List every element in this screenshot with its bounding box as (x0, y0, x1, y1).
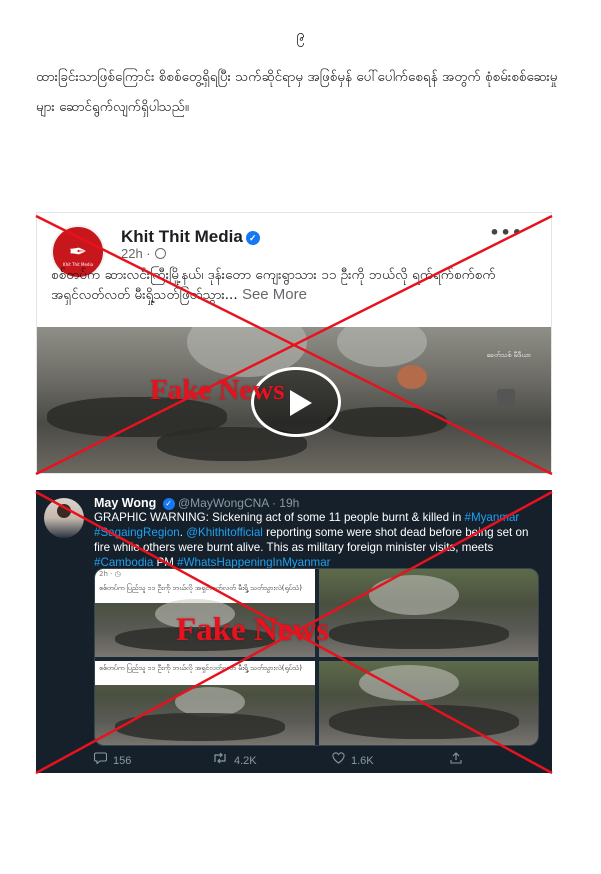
reply-icon (93, 752, 108, 767)
globe-icon (154, 248, 166, 259)
share-button[interactable] (450, 752, 468, 767)
media-time: 2h · ◷ (95, 569, 315, 581)
media-caption-text: စစ်တပ်က ပြည်သူ ၁၁ ဦးကို ဘယ်လို အရှင်လတ်လ… (99, 584, 302, 592)
retweet-count: 4.2K (234, 755, 257, 767)
tweet-media-grid[interactable]: 2h · ◷ စစ်တပ်က ပြည်သူ ၁၁ ဦးကို ဘယ်လို အရ… (94, 568, 539, 746)
retweet-button[interactable]: 4.2K (212, 752, 257, 767)
video-thumbnail[interactable]: ခေတ်သစ် မီဒီယာ (37, 327, 551, 473)
hashtag-myanmar[interactable]: #Myanmar (465, 511, 520, 524)
media-caption-text: စစ်တပ်က ပြည်သူ ၁၁ ဦးကို ဘယ်လို အရှင်လတ်လ… (99, 664, 302, 672)
share-icon (450, 752, 462, 767)
intro-paragraph: ထားခြင်းသာဖြစ်ကြောင်း စိစစ်တွေ့ရှိရပြီး … (36, 69, 558, 115)
smoke (359, 665, 459, 701)
smoke (155, 599, 235, 629)
tweet-text: GRAPHIC WARNING: Sickening act of some 1… (94, 510, 544, 570)
display-name[interactable]: May Wong (94, 496, 156, 510)
tweet-header: May Wong ✓ @MayWongCNA · 19h (94, 496, 299, 510)
ash-pile (329, 705, 519, 739)
ash-pile (115, 713, 285, 741)
like-count: 1.6K (351, 755, 374, 767)
media-cell[interactable]: 2h · ◷ စစ်တပ်က ပြည်သူ ၁၁ ဦးကို ဘယ်လို အရ… (95, 569, 315, 657)
page-number: ၉ (296, 26, 305, 44)
post-time: 22h · (121, 246, 166, 261)
more-options-button[interactable]: ••• (489, 223, 523, 242)
twitter-post-screenshot: May Wong ✓ @MayWongCNA · 19h GRAPHIC WAR… (36, 490, 552, 773)
like-button[interactable]: 1.6K (332, 752, 374, 767)
post-body: စစ်တပ်က ဆားလင်းကြီးမြို့နယ်၊ ဒုန်းတော ကျ… (51, 265, 546, 305)
quill-icon: ✒ (68, 239, 88, 265)
facebook-post-screenshot: ✒ Khit Thit Media Khit Thit Media ✓ 22h ·… (36, 212, 552, 474)
smoke (337, 327, 427, 367)
verified-icon: ✓ (245, 231, 260, 245)
reply-button[interactable]: 156 (93, 752, 132, 767)
watermark: ခေတ်သစ် မီဒီယာ (486, 351, 531, 359)
verified-icon: ✓ (162, 498, 175, 510)
bucket (497, 389, 515, 405)
reply-count: 156 (113, 755, 132, 767)
see-more-link[interactable]: See More (242, 286, 307, 303)
media-cell[interactable] (319, 569, 538, 657)
avatar[interactable] (44, 498, 84, 538)
hashtag-sagaing[interactable]: #SagaingRegion (94, 526, 180, 539)
ash-pile (115, 627, 275, 651)
media-cell[interactable] (319, 661, 538, 745)
tweet-actions: 156 4.2K 1.6K (93, 752, 534, 768)
handle-time: @MayWongCNA · 19h (177, 496, 300, 510)
post-time-text: 22h · (121, 246, 151, 261)
media-cell[interactable]: စစ်တပ်က ပြည်သူ ၁၁ ဦးကို ဘယ်လို အရှင်လတ်လ… (95, 661, 315, 745)
smoke (369, 575, 459, 615)
ash-pile (329, 619, 509, 649)
media-caption: စစ်တပ်က ပြည်သူ ၁၁ ဦးကို ဘယ်လို အရှင်လတ်လ… (95, 661, 315, 685)
ash-pile (327, 407, 447, 437)
heart-icon (332, 752, 345, 767)
page-name[interactable]: Khit Thit Media ✓ (121, 227, 260, 247)
play-button[interactable] (251, 367, 341, 437)
tweet-text-part: GRAPHIC WARNING: Sickening act of some 1… (94, 511, 462, 524)
retweet-icon (212, 752, 228, 767)
page-name-text[interactable]: Khit Thit Media (121, 227, 243, 246)
clay-pot (397, 365, 427, 389)
mention-khithit[interactable]: @Khithitofficial (186, 526, 263, 539)
